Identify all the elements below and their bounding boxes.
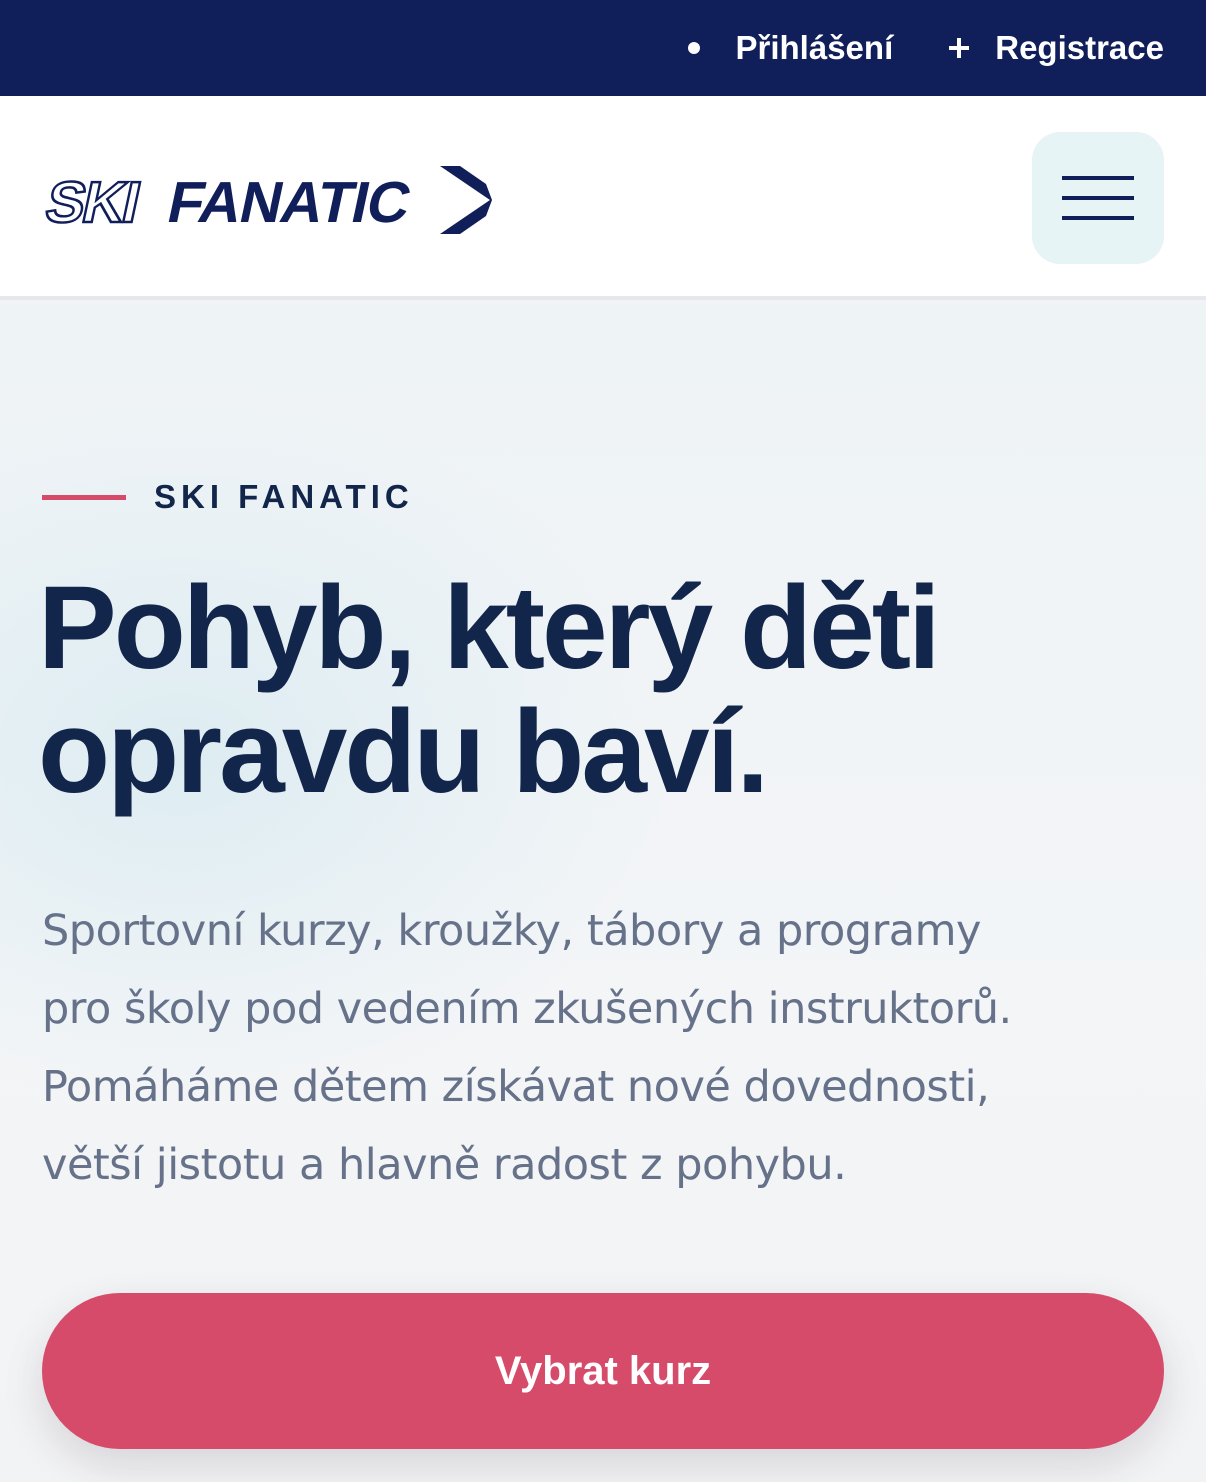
lead-line-2: pro školy pod vedením zkušených instrukt… xyxy=(42,984,1012,1034)
eyebrow-line xyxy=(42,494,126,500)
plus-icon xyxy=(949,38,970,58)
svg-text:FANATIC: FANATIC xyxy=(162,171,416,235)
hamburger-icon xyxy=(1062,176,1134,220)
login-label: Přihlášení xyxy=(735,29,894,66)
logo-image: SKI FANATIC xyxy=(40,166,492,236)
eyebrow-text: SKI FANATIC xyxy=(154,478,414,515)
login-link[interactable]: Přihlášení xyxy=(687,29,894,67)
cta-label: Vybrat kurz xyxy=(494,1348,712,1393)
headline-line-2: opravdu baví. xyxy=(38,686,769,818)
bullet-icon xyxy=(687,42,700,54)
svg-text:SKI: SKI xyxy=(40,171,144,235)
menu-button[interactable] xyxy=(1032,132,1164,264)
register-link[interactable]: Registrace xyxy=(949,29,1164,67)
lead-line-1: Sportovní kurzy, kroužky, tábory a progr… xyxy=(42,906,981,956)
headline-line-1: Pohyb, který děti xyxy=(38,562,941,694)
hero-lead: Sportovní kurzy, kroužky, tábory a progr… xyxy=(42,892,1142,1204)
hero-headline: Pohyb, který děti opravdu baví. xyxy=(38,566,1158,814)
top-bar: Přihlášení Registrace xyxy=(0,0,1206,96)
ski-fanatic-logo[interactable]: SKI FANATIC xyxy=(40,160,496,240)
register-label: Registrace xyxy=(995,29,1164,66)
eyebrow: SKI FANATIC xyxy=(42,478,414,516)
lead-line-4: větší jistotu a hlavně radost z pohybu. xyxy=(42,1140,847,1190)
choose-course-button[interactable]: Vybrat kurz xyxy=(42,1293,1164,1449)
lead-line-3: Pomáháme dětem získávat nové dovednosti, xyxy=(42,1062,990,1112)
